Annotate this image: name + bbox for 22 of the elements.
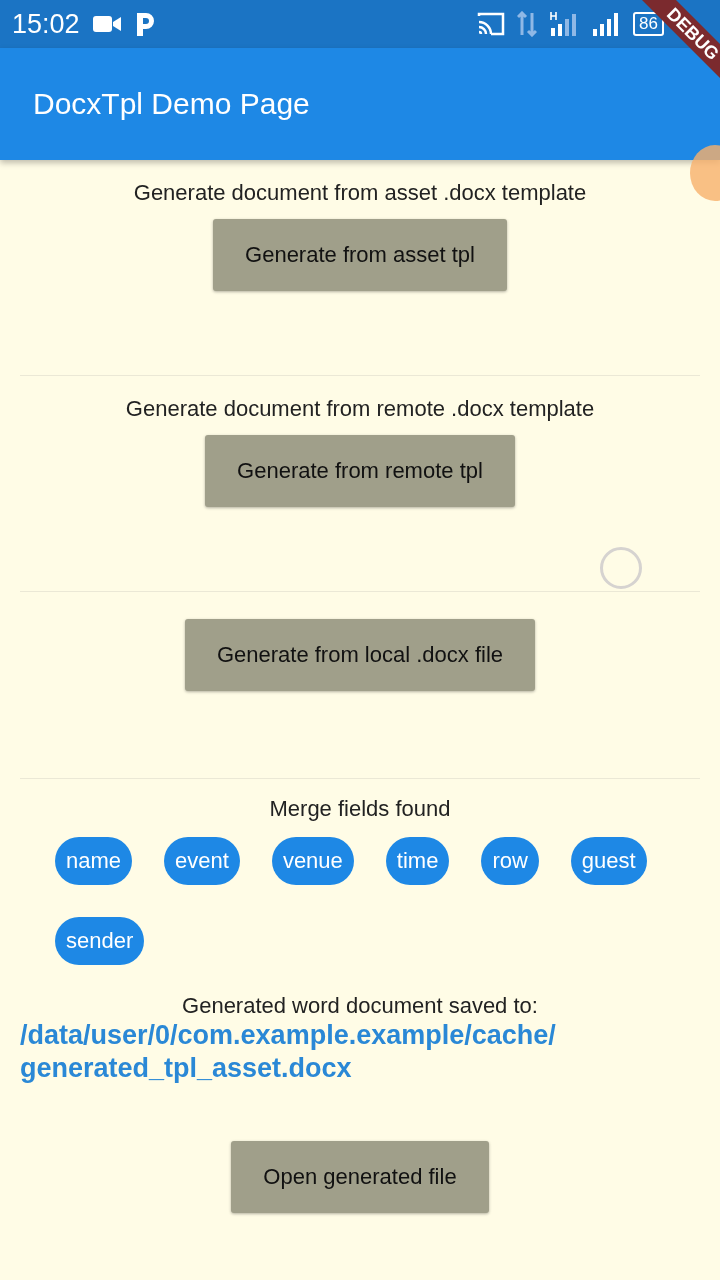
saved-caption: Generated word document saved to:	[182, 993, 538, 1019]
generate-button[interactable]: Generate from asset tpl	[213, 219, 507, 291]
status-time: 15:02	[12, 8, 80, 40]
data-arrows-icon	[517, 11, 538, 37]
merge-field-chip: guest	[570, 837, 647, 885]
generate-button[interactable]: Generate from local .docx file	[184, 619, 536, 691]
merge-field-chip: sender	[55, 917, 145, 965]
cast-icon	[477, 12, 506, 36]
app-title: DocxTpl Demo Page	[33, 87, 310, 121]
merge-field-chip: row	[481, 837, 539, 885]
touch-indicator	[600, 547, 642, 589]
video-camera-icon	[91, 13, 122, 35]
merge-field-chip: venue	[271, 837, 354, 885]
section-label: Generate document from asset .docx template	[133, 180, 587, 206]
merge-field-chip: time	[385, 837, 450, 885]
merge-field-chip: name	[55, 837, 133, 885]
file-path: /data/user/0/com.example.example/cache/ generated_tpl_asset.docx	[19, 1019, 557, 1085]
section-label: Generate document from remote .docx template	[125, 396, 595, 422]
merge-field-chip: event	[164, 837, 240, 885]
section-label: Merge fields found	[269, 796, 451, 822]
generate-button[interactable]: Generate from remote tpl	[205, 435, 515, 507]
open-file-button[interactable]: Open generated file	[231, 1141, 489, 1213]
